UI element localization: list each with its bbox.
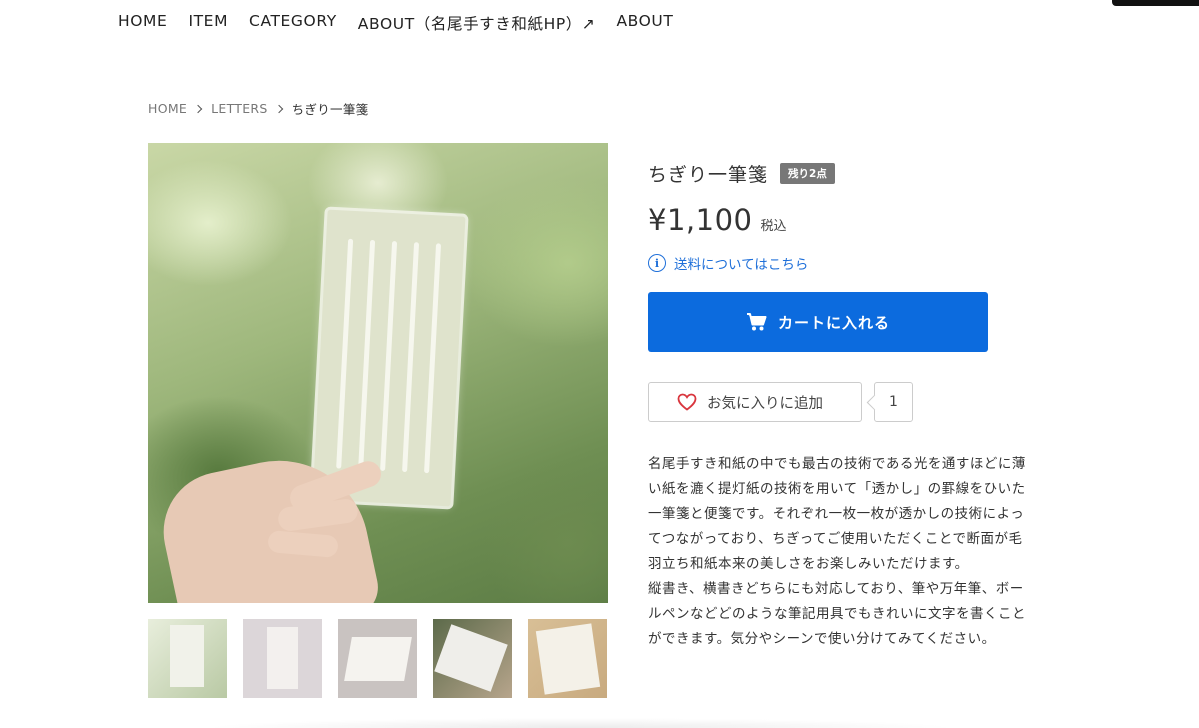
nav-item[interactable]: ITEM: [188, 12, 228, 34]
tax-label: 税込: [760, 219, 787, 234]
breadcrumb: HOME LETTERS ちぎり一筆箋: [148, 99, 368, 118]
product-title-row: ちぎり一筆箋 残り2点: [648, 160, 835, 187]
product-title: ちぎり一筆箋: [648, 164, 769, 186]
nav-about[interactable]: ABOUT: [616, 12, 673, 34]
cart-button-label: カートに入れる: [777, 313, 890, 332]
thumbnail-4[interactable]: [433, 619, 512, 698]
description-paragraph-1: 名尾手すき和紙の中でも最古の技術である光を通すほどに薄い紙を漉く提灯紙の技術を用…: [648, 456, 1026, 572]
thumbnail-1[interactable]: [148, 619, 227, 698]
add-to-cart-button[interactable]: カートに入れる: [648, 292, 988, 352]
thumbnail-2[interactable]: [243, 619, 322, 698]
breadcrumb-current: ちぎり一筆箋: [291, 102, 369, 117]
product-description: 名尾手すき和紙の中でも最古の技術である光を通すほどに薄い紙を漉く提灯紙の技術を用…: [648, 452, 1026, 652]
shipping-link-label: 送料についてはこちら: [674, 257, 809, 273]
favorite-count: 1: [874, 382, 913, 422]
add-favorite-button[interactable]: お気に入りに追加: [648, 382, 862, 422]
breadcrumb-home[interactable]: HOME: [148, 101, 187, 116]
breadcrumb-category[interactable]: LETTERS: [211, 101, 268, 116]
cart-icon: [746, 313, 767, 331]
thumbnail-3[interactable]: [338, 619, 417, 698]
heart-icon: [677, 393, 697, 411]
nav-category[interactable]: CATEGORY: [249, 12, 337, 34]
product-price: ¥1,100: [648, 203, 753, 237]
thumbnail-5[interactable]: [528, 619, 607, 698]
thumbnail-strip: [148, 619, 607, 698]
chevron-right-icon: [193, 104, 203, 113]
chevron-right-icon: [274, 104, 283, 113]
shipping-info-link[interactable]: i 送料についてはこちら: [648, 253, 808, 273]
nav-about-external[interactable]: ABOUT（名尾手すき和紙HP）↗: [358, 12, 596, 34]
price-row: ¥1,100 税込: [648, 203, 787, 237]
stock-badge: 残り2点: [780, 163, 835, 184]
info-icon: i: [648, 254, 666, 272]
bottom-shadow: [200, 718, 960, 728]
corner-bar: [1112, 0, 1199, 6]
nav-home[interactable]: HOME: [118, 12, 167, 34]
favorite-button-label: お気に入りに追加: [707, 395, 823, 412]
description-paragraph-2: 縦書き、横書きどちらにも対応しており、筆や万年筆、ボールペンなどどのような筆記用…: [648, 581, 1026, 647]
product-main-image[interactable]: [148, 143, 608, 603]
top-navigation: HOME ITEM CATEGORY ABOUT（名尾手すき和紙HP）↗ ABO…: [118, 12, 673, 34]
paper-illustration: [312, 209, 466, 507]
